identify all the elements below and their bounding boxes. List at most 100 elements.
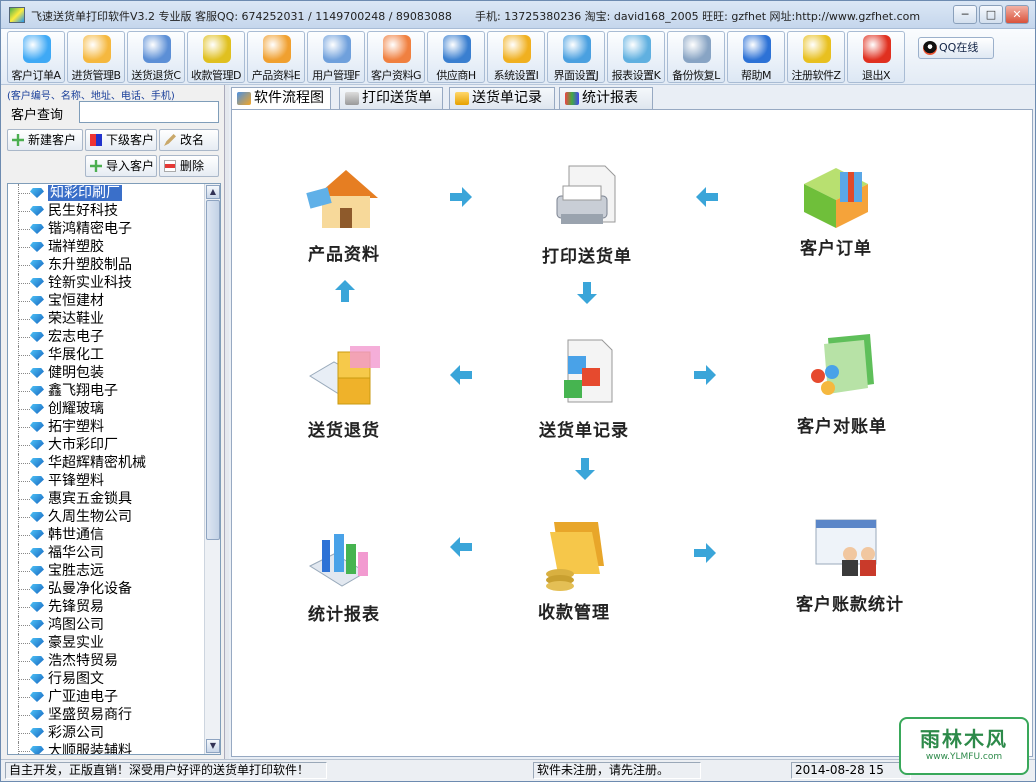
customer-name: 民生好科技	[48, 203, 118, 219]
new-customer-button[interactable]: 新建客户	[7, 129, 83, 151]
customer-tree-item[interactable]: 坚盛贸易商行	[8, 706, 204, 724]
tab-print[interactable]: 打印送货单	[339, 87, 443, 109]
app-icon	[9, 7, 25, 23]
diamond-icon	[30, 188, 44, 198]
toolbar-button-5[interactable]: 产品资料E	[247, 31, 305, 83]
toolbar-button-13[interactable]: 帮助M	[727, 31, 785, 83]
tree-scrollbar[interactable]: ▲ ▼	[204, 184, 220, 754]
customer-tree-item[interactable]: 东升塑胶制品	[8, 256, 204, 274]
delete-button[interactable]: 删除	[159, 155, 219, 177]
tab-reports[interactable]: 统计报表	[559, 87, 653, 109]
customer-tree-item[interactable]: 先锋贸易	[8, 598, 204, 616]
customer-tree-item[interactable]: 鑫飞翔电子	[8, 382, 204, 400]
sub-customer-button[interactable]: 下级客户	[85, 129, 157, 151]
tab-flowchart[interactable]: 软件流程图	[231, 87, 331, 110]
node-statement[interactable]: 客户对账单	[772, 332, 912, 437]
delete-label: 删除	[180, 159, 205, 173]
customer-name: 先锋贸易	[48, 599, 104, 615]
toolbar-button-4[interactable]: 收款管理D	[187, 31, 245, 83]
customer-tree-item[interactable]: 华展化工	[8, 346, 204, 364]
toolbar-button-label: 用户管理F	[312, 69, 360, 82]
toolbar-button-12[interactable]: 备份恢复L	[667, 31, 725, 83]
customer-tree-item[interactable]: 豪昱实业	[8, 634, 204, 652]
node-account[interactable]: 客户账款统计	[780, 510, 920, 615]
customer-tree-item[interactable]: 浩杰特贸易	[8, 652, 204, 670]
scroll-thumb[interactable]	[206, 200, 220, 540]
node-print[interactable]: 打印送货单	[517, 162, 657, 267]
customer-tree-item[interactable]: 行易图文	[8, 670, 204, 688]
customer-tree-item[interactable]: 华超辉精密机械	[8, 454, 204, 472]
customer-tree-item[interactable]: 铨新实业科技	[8, 274, 204, 292]
customer-tree-item[interactable]: 宏志电子	[8, 328, 204, 346]
tab-label: 统计报表	[582, 90, 638, 106]
scroll-down-icon[interactable]: ▼	[206, 739, 220, 753]
customer-tree-item[interactable]: 拓宇塑料	[8, 418, 204, 436]
customer-tree[interactable]: 知彩印刷厂 民生好科技 锴鸿精密电子 瑞祥塑胶 东升塑胶制品 铨新实业科技 宝恒建材 荣达鞋业…	[7, 183, 221, 755]
close-button[interactable]: ✕	[1005, 5, 1029, 24]
node-order[interactable]: 客户订单	[766, 154, 906, 259]
customer-tree-item[interactable]: 知彩印刷厂	[8, 184, 204, 202]
maximize-button[interactable]: □	[979, 5, 1003, 24]
node-product[interactable]: 产品资料	[274, 160, 414, 265]
customer-tree-item[interactable]: 弘曼净化设备	[8, 580, 204, 598]
customer-tree-item[interactable]: 宝胜志远	[8, 562, 204, 580]
scroll-up-icon[interactable]: ▲	[206, 185, 220, 199]
tree-line	[18, 445, 30, 446]
customer-tree-item[interactable]: 锴鸿精密电子	[8, 220, 204, 238]
minimize-button[interactable]: ─	[953, 5, 977, 24]
customer-tree-item[interactable]: 宝恒建材	[8, 292, 204, 310]
watermark-url: www.YLMFU.com	[925, 752, 1003, 762]
customer-tree-item[interactable]: 久周生物公司	[8, 508, 204, 526]
customer-tree-item[interactable]: 惠宾五金锁具	[8, 490, 204, 508]
customer-tree-item[interactable]: 大顺服装辅料	[8, 742, 204, 754]
qq-online-button[interactable]: QQ在线	[918, 37, 994, 59]
tab-records[interactable]: 送货单记录	[449, 87, 555, 109]
toolbar-button-7[interactable]: 客户资料G	[367, 31, 425, 83]
diamond-icon	[30, 260, 44, 270]
customer-query-input[interactable]	[79, 101, 219, 123]
toolbar-button-10[interactable]: 界面设置J	[547, 31, 605, 83]
node-stats[interactable]: 统计报表	[274, 520, 414, 625]
customer-tree-item[interactable]: 大市彩印厂	[8, 436, 204, 454]
customer-tree-item[interactable]: 瑞祥塑胶	[8, 238, 204, 256]
toolbar-button-3[interactable]: 送货退货C	[127, 31, 185, 83]
customer-tree-item[interactable]: 民生好科技	[8, 202, 204, 220]
query-hint: (客户编号、名称、地址、电话、手机)	[7, 91, 175, 102]
toolbar-button-label: 帮助M	[741, 69, 772, 82]
customer-name: 平锋塑料	[48, 473, 104, 489]
customer-tree-item[interactable]: 彩源公司	[8, 724, 204, 742]
toolbar-button-1[interactable]: 客户订单A	[7, 31, 65, 83]
customer-tree-item[interactable]: 广亚迪电子	[8, 688, 204, 706]
customer-tree-item[interactable]: 平锋塑料	[8, 472, 204, 490]
tree-line	[18, 499, 30, 500]
tree-line	[18, 427, 30, 428]
arrow-right-icon	[694, 365, 716, 385]
customer-tree-item[interactable]: 福华公司	[8, 544, 204, 562]
customer-name: 广亚迪电子	[48, 689, 118, 705]
toolbar-button-2[interactable]: 进货管理B	[67, 31, 125, 83]
tree-line	[18, 571, 30, 572]
node-record[interactable]: 送货单记录	[514, 336, 654, 441]
toolbar-button-11[interactable]: 报表设置K	[607, 31, 665, 83]
import-customer-button[interactable]: 导入客户	[85, 155, 157, 177]
customer-tree-item[interactable]: 创耀玻璃	[8, 400, 204, 418]
diamond-icon	[30, 674, 44, 684]
toolbar-button-14[interactable]: 注册软件Z	[787, 31, 845, 83]
panel-splitter[interactable]	[225, 85, 229, 759]
watermark-logo: 雨林木风 www.YLMFU.com	[899, 717, 1029, 775]
customer-tree-item[interactable]: 韩世通信	[8, 526, 204, 544]
node-return[interactable]: 送货退货	[274, 336, 414, 441]
node-payment[interactable]: 收款管理	[504, 518, 644, 623]
arrow-down-icon	[577, 282, 597, 304]
toolbar-button-6[interactable]: 用户管理F	[307, 31, 365, 83]
customer-tree-item[interactable]: 健明包装	[8, 364, 204, 382]
toolbar-button-label: 进货管理B	[71, 69, 121, 82]
status-slogan: 自主开发，正版直销！深受用户好评的送货单打印软件！	[5, 762, 327, 779]
toolbar-button-8[interactable]: 供应商H	[427, 31, 485, 83]
customer-name: 宏志电子	[48, 329, 104, 345]
toolbar-button-9[interactable]: 系统设置I	[487, 31, 545, 83]
customer-tree-item[interactable]: 荣达鞋业	[8, 310, 204, 328]
rename-button[interactable]: 改名	[159, 129, 219, 151]
customer-tree-item[interactable]: 鸿图公司	[8, 616, 204, 634]
toolbar-button-15[interactable]: 退出X	[847, 31, 905, 83]
